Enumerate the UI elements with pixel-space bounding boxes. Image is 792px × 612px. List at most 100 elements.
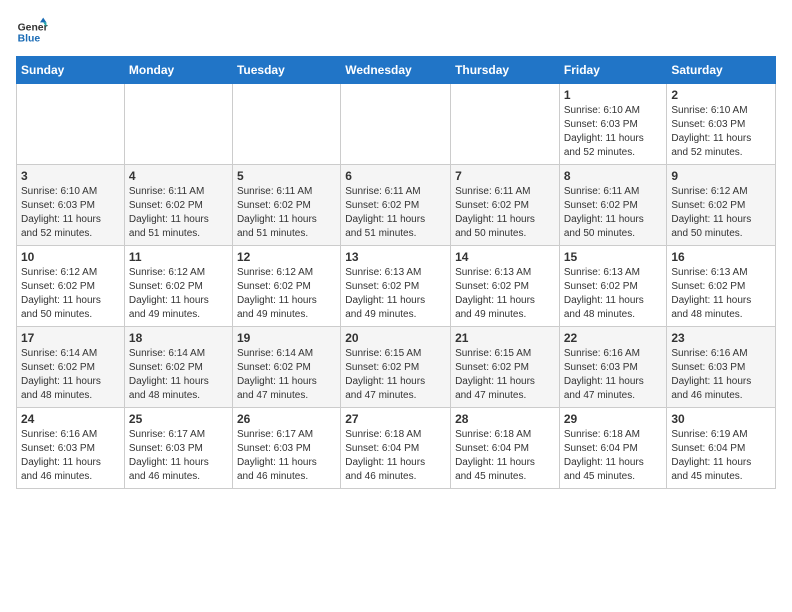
day-info: Sunrise: 6:18 AM Sunset: 6:04 PM Dayligh… [345, 428, 446, 484]
calendar-cell: 25Sunrise: 6:17 AM Sunset: 6:03 PM Dayli… [124, 408, 232, 489]
calendar-cell: 26 Sunrise: 6:17 AM Sunset: 6:03 PM Dayli… [232, 408, 340, 489]
day-number: 15 [564, 250, 663, 264]
day-number: 18 [129, 331, 228, 345]
col-header-wednesday: Wednesday [341, 57, 451, 84]
calendar-cell: 3 Sunrise: 6:10 AM Sunset: 6:03 PM Daylig… [17, 165, 125, 246]
day-info: Sunrise: 6:15 AM Sunset: 6:02 PM Dayligh… [345, 347, 446, 403]
day-number: 17 [21, 331, 120, 345]
week-row-1: 1 Sunrise: 6:10 AM Sunset: 6:03 PM Daylig… [17, 84, 776, 165]
day-number: 12 [237, 250, 336, 264]
day-number: 14 [455, 250, 555, 264]
day-number: 24 [21, 412, 120, 426]
calendar-cell: 19 Sunrise: 6:14 AM Sunset: 6:02 PM Dayli… [232, 327, 340, 408]
day-number: 30 [671, 412, 771, 426]
calendar-cell [232, 84, 340, 165]
calendar-cell: 18 Sunrise: 6:14 AM Sunset: 6:02 PM Dayli… [124, 327, 232, 408]
day-info: Sunrise: 6:13 AM Sunset: 6:02 PM Dayligh… [345, 266, 446, 322]
day-number: 27 [345, 412, 446, 426]
day-number: 5 [237, 169, 336, 183]
calendar-cell: 21Sunrise: 6:15 AM Sunset: 6:02 PM Dayli… [451, 327, 560, 408]
calendar-cell: 10Sunrise: 6:12 AM Sunset: 6:02 PM Dayli… [17, 246, 125, 327]
day-number: 9 [671, 169, 771, 183]
col-header-monday: Monday [124, 57, 232, 84]
calendar-cell: 8Sunrise: 6:11 AM Sunset: 6:02 PM Daylig… [559, 165, 667, 246]
week-row-4: 17 Sunrise: 6:14 AM Sunset: 6:02 PM Dayli… [17, 327, 776, 408]
day-number: 13 [345, 250, 446, 264]
week-row-3: 10 Sunrise: 6:12 AM Sunset: 6:02 PM Dayli… [17, 246, 776, 327]
col-header-friday: Friday [559, 57, 667, 84]
calendar-cell [451, 84, 560, 165]
day-info: Sunrise: 6:14 AM Sunset: 6:02 PM Dayligh… [129, 347, 228, 403]
day-info: Sunrise: 6:13 AM Sunset: 6:02 PM Dayligh… [455, 266, 555, 322]
calendar-cell: 29Sunrise: 6:18 AM Sunset: 6:04 PM Dayli… [559, 408, 667, 489]
day-number: 25 [129, 412, 228, 426]
calendar-cell: 11Sunrise: 6:12 AM Sunset: 6:02 PM Dayli… [124, 246, 232, 327]
svg-text:Blue: Blue [18, 34, 41, 45]
col-header-tuesday: Tuesday [232, 57, 340, 84]
calendar-cell: 16 Sunrise: 6:13 AM Sunset: 6:02 PM Dayli… [667, 246, 776, 327]
calendar-cell: 14 Sunrise: 6:13 AM Sunset: 6:02 PM Dayli… [451, 246, 560, 327]
day-number: 29 [564, 412, 663, 426]
calendar-cell: 4 Sunrise: 6:11 AM Sunset: 6:02 PM Daylig… [124, 165, 232, 246]
col-header-sunday: Sunday [17, 57, 125, 84]
day-info: Sunrise: 6:13 AM Sunset: 6:02 PM Dayligh… [564, 266, 663, 322]
day-info: Sunrise: 6:16 AM Sunset: 6:03 PM Dayligh… [671, 347, 771, 403]
day-number: 7 [455, 169, 555, 183]
day-number: 2 [671, 88, 771, 102]
col-header-saturday: Saturday [667, 57, 776, 84]
day-info: Sunrise: 6:16 AM Sunset: 6:03 PM Dayligh… [21, 428, 120, 484]
calendar-cell [17, 84, 125, 165]
day-info: Sunrise: 6:13 AM Sunset: 6:02 PM Dayligh… [671, 266, 771, 322]
day-info: Sunrise: 6:12 AM Sunset: 6:02 PM Dayligh… [671, 185, 771, 241]
day-info: Sunrise: 6:11 AM Sunset: 6:02 PM Dayligh… [564, 185, 663, 241]
day-number: 16 [671, 250, 771, 264]
day-info: Sunrise: 6:15 AM Sunset: 6:02 PM Dayligh… [455, 347, 555, 403]
day-number: 10 [21, 250, 120, 264]
calendar-cell: 17 Sunrise: 6:14 AM Sunset: 6:02 PM Dayli… [17, 327, 125, 408]
day-info: Sunrise: 6:19 AM Sunset: 6:04 PM Dayligh… [671, 428, 771, 484]
calendar-cell: 15 Sunrise: 6:13 AM Sunset: 6:02 PM Dayli… [559, 246, 667, 327]
calendar-cell: 28 Sunrise: 6:18 AM Sunset: 6:04 PM Dayli… [451, 408, 560, 489]
calendar-cell: 13 Sunrise: 6:13 AM Sunset: 6:02 PM Dayli… [341, 246, 451, 327]
calendar-cell: 9 Sunrise: 6:12 AM Sunset: 6:02 PM Daylig… [667, 165, 776, 246]
logo: General Blue [16, 16, 48, 48]
day-info: Sunrise: 6:10 AM Sunset: 6:03 PM Dayligh… [671, 104, 771, 160]
day-number: 22 [564, 331, 663, 345]
day-info: Sunrise: 6:10 AM Sunset: 6:03 PM Dayligh… [21, 185, 120, 241]
calendar-cell: 30 Sunrise: 6:19 AM Sunset: 6:04 PM Dayli… [667, 408, 776, 489]
svg-text:General: General [18, 22, 48, 33]
day-info: Sunrise: 6:11 AM Sunset: 6:02 PM Dayligh… [345, 185, 446, 241]
calendar-cell: 1 Sunrise: 6:10 AM Sunset: 6:03 PM Daylig… [559, 84, 667, 165]
day-number: 11 [129, 250, 228, 264]
day-info: Sunrise: 6:17 AM Sunset: 6:03 PM Dayligh… [237, 428, 336, 484]
calendar-cell [341, 84, 451, 165]
calendar-cell: 6 Sunrise: 6:11 AM Sunset: 6:02 PM Daylig… [341, 165, 451, 246]
day-number: 6 [345, 169, 446, 183]
day-info: Sunrise: 6:11 AM Sunset: 6:02 PM Dayligh… [237, 185, 336, 241]
calendar-cell: 7 Sunrise: 6:11 AM Sunset: 6:02 PM Daylig… [451, 165, 560, 246]
week-row-2: 3 Sunrise: 6:10 AM Sunset: 6:03 PM Daylig… [17, 165, 776, 246]
day-info: Sunrise: 6:14 AM Sunset: 6:02 PM Dayligh… [21, 347, 120, 403]
day-number: 26 [237, 412, 336, 426]
day-info: Sunrise: 6:12 AM Sunset: 6:02 PM Dayligh… [237, 266, 336, 322]
day-info: Sunrise: 6:18 AM Sunset: 6:04 PM Dayligh… [455, 428, 555, 484]
day-info: Sunrise: 6:11 AM Sunset: 6:02 PM Dayligh… [455, 185, 555, 241]
day-number: 28 [455, 412, 555, 426]
calendar-table: SundayMondayTuesdayWednesdayThursdayFrid… [16, 56, 776, 489]
calendar-cell [124, 84, 232, 165]
header-row: SundayMondayTuesdayWednesdayThursdayFrid… [17, 57, 776, 84]
day-number: 23 [671, 331, 771, 345]
day-number: 3 [21, 169, 120, 183]
day-info: Sunrise: 6:10 AM Sunset: 6:03 PM Dayligh… [564, 104, 663, 160]
day-number: 4 [129, 169, 228, 183]
day-info: Sunrise: 6:11 AM Sunset: 6:02 PM Dayligh… [129, 185, 228, 241]
calendar-cell: 12 Sunrise: 6:12 AM Sunset: 6:02 PM Dayli… [232, 246, 340, 327]
day-number: 19 [237, 331, 336, 345]
day-info: Sunrise: 6:14 AM Sunset: 6:02 PM Dayligh… [237, 347, 336, 403]
calendar-cell: 2 Sunrise: 6:10 AM Sunset: 6:03 PM Daylig… [667, 84, 776, 165]
day-number: 1 [564, 88, 663, 102]
col-header-thursday: Thursday [451, 57, 560, 84]
week-row-5: 24 Sunrise: 6:16 AM Sunset: 6:03 PM Dayli… [17, 408, 776, 489]
calendar-cell: 22Sunrise: 6:16 AM Sunset: 6:03 PM Dayli… [559, 327, 667, 408]
calendar-cell: 24 Sunrise: 6:16 AM Sunset: 6:03 PM Dayli… [17, 408, 125, 489]
